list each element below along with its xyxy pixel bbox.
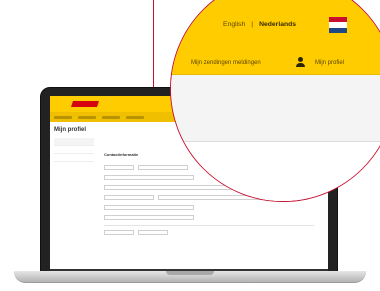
form-field[interactable] — [104, 215, 194, 220]
screen-nav-item[interactable] — [54, 115, 72, 119]
magnifier-circle: English | Nederlands Mijn zendingen meld… — [170, 0, 380, 202]
user-icon — [295, 57, 307, 67]
screen-nav-item[interactable] — [102, 115, 120, 119]
form-field[interactable] — [138, 230, 168, 235]
form-field[interactable] — [104, 205, 194, 210]
sidebar-item[interactable] — [54, 146, 94, 154]
screen-nav-item[interactable] — [126, 115, 144, 119]
form-field[interactable] — [104, 230, 134, 235]
shipments-notifications-link[interactable]: Mijn zendingen meldingen — [191, 60, 261, 66]
form-field[interactable] — [104, 165, 134, 170]
sidebar-item[interactable] — [54, 154, 94, 162]
form-field[interactable] — [104, 195, 154, 200]
language-switcher: English | Nederlands — [223, 21, 296, 28]
language-dutch-link[interactable]: Nederlands — [259, 21, 296, 28]
profile-sidebar — [54, 138, 94, 162]
zoomed-content-white — [171, 142, 380, 201]
callout-connector-line — [153, 0, 154, 96]
my-profile-link[interactable]: Mijn profiel — [315, 60, 344, 66]
netherlands-flag-icon[interactable] — [329, 17, 347, 33]
screen-nav-item[interactable] — [78, 115, 96, 119]
sidebar-item[interactable] — [54, 138, 94, 146]
language-separator: | — [251, 21, 254, 28]
language-english-link[interactable]: English — [223, 21, 245, 28]
laptop-notch — [166, 271, 214, 275]
dhl-logo — [71, 101, 99, 107]
